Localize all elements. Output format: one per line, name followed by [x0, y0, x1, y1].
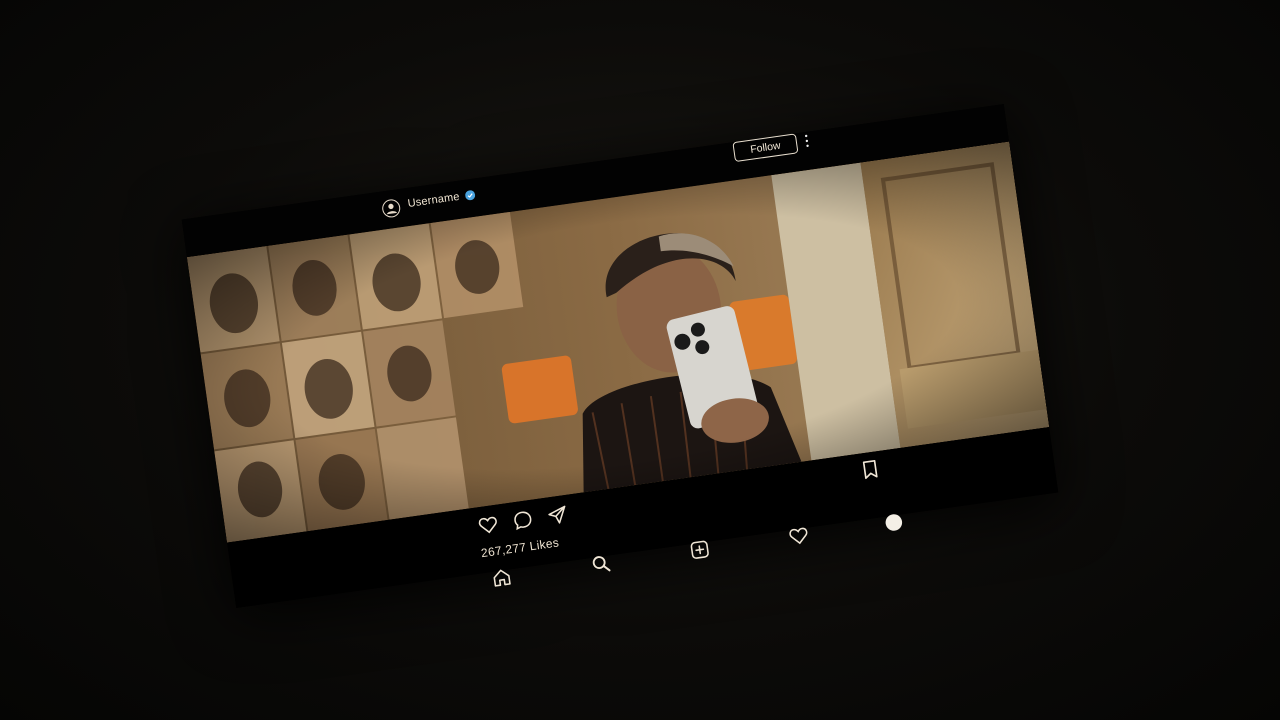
likes-count[interactable]: 267,277 Likes: [480, 535, 560, 560]
more-vertical-icon[interactable]: [804, 134, 810, 148]
bookmark-icon[interactable]: [858, 457, 883, 482]
username-label[interactable]: Username: [407, 191, 461, 210]
add-post-icon[interactable]: [687, 537, 712, 562]
comment-bubble-icon[interactable]: [510, 508, 535, 533]
search-icon[interactable]: [588, 551, 613, 576]
verified-badge-icon: [465, 190, 476, 201]
stage: Username Follow 267,277 Likes: [0, 0, 1280, 720]
post-card: Username Follow 267,277 Likes: [181, 104, 1059, 608]
profile-dot-icon[interactable]: [881, 510, 906, 535]
user-circle-icon[interactable]: [381, 198, 402, 219]
home-icon[interactable]: [489, 565, 514, 590]
activity-heart-icon[interactable]: [786, 523, 811, 548]
heart-icon[interactable]: [476, 513, 501, 538]
follow-button[interactable]: Follow: [732, 133, 799, 163]
paper-plane-icon[interactable]: [545, 503, 570, 528]
